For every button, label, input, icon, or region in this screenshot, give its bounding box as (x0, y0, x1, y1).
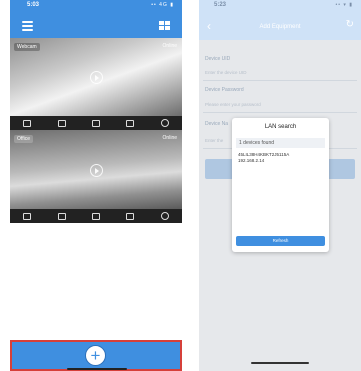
status-icons: •• ▾ ▮ (335, 2, 353, 8)
add-device-button[interactable]: + (85, 345, 106, 366)
settings-gear-icon[interactable] (160, 212, 169, 220)
app-bar: ‹ Add Equipment ↻ (199, 14, 361, 40)
status-time: 5:03 (27, 2, 40, 8)
play-icon[interactable] (90, 163, 103, 177)
snapshot-icon[interactable] (91, 119, 100, 127)
home-indicator (67, 368, 127, 370)
calendar-icon[interactable] (23, 119, 32, 127)
settings-gear-icon[interactable] (160, 119, 169, 127)
camera-status: Online (162, 43, 177, 49)
camera-tile-webcam[interactable]: Webcam Online (10, 38, 182, 116)
status-bar: 5:03 •• 4G ▮ (10, 0, 182, 14)
camera-list-screen: 5:03 •• 4G ▮ Webcam Online Office Online… (10, 0, 182, 371)
device-ip: 192.168.2.14 (238, 158, 265, 163)
camera-status: Online (162, 135, 177, 141)
record-list-icon[interactable] (57, 212, 66, 220)
devices-found-label: 1 devices found (236, 138, 325, 148)
lan-search-dialog: LAN search 1 devices found 45LIL38H4KBKT… (232, 118, 329, 252)
folder-icon[interactable] (126, 212, 135, 220)
page-title: Add Equipment (259, 24, 301, 30)
camera-name: Office (14, 135, 33, 143)
camera-name: Webcam (14, 43, 40, 51)
record-list-icon[interactable] (57, 119, 66, 127)
camera-toolbar (10, 209, 182, 223)
status-bar: 5:23 •• ▾ ▮ (199, 0, 361, 14)
status-time: 5:23 (214, 2, 227, 8)
camera-tile-office[interactable]: Office Online (10, 130, 182, 209)
add-equipment-screen: 5:23 •• ▾ ▮ ‹ Add Equipment ↻ Device UID… (199, 0, 361, 371)
dialog-title: LAN search (264, 124, 297, 130)
hamburger-menu-icon[interactable] (22, 21, 33, 33)
calendar-icon[interactable] (23, 212, 32, 220)
refresh-icon[interactable]: ↻ (346, 20, 354, 30)
bottom-add-bar: + (10, 340, 182, 371)
status-icons: •• 4G ▮ (151, 2, 174, 8)
folder-icon[interactable] (126, 119, 135, 127)
home-indicator (251, 362, 309, 364)
device-result-item[interactable]: 45LIL38H4KBKT2J5115A 192.168.2.14 (238, 152, 325, 164)
snapshot-icon[interactable] (91, 212, 100, 220)
refresh-button[interactable]: Refresh (236, 236, 325, 246)
app-bar (10, 14, 182, 38)
grid-view-icon[interactable] (159, 21, 170, 30)
play-icon[interactable] (90, 71, 103, 84)
camera-toolbar (10, 116, 182, 130)
